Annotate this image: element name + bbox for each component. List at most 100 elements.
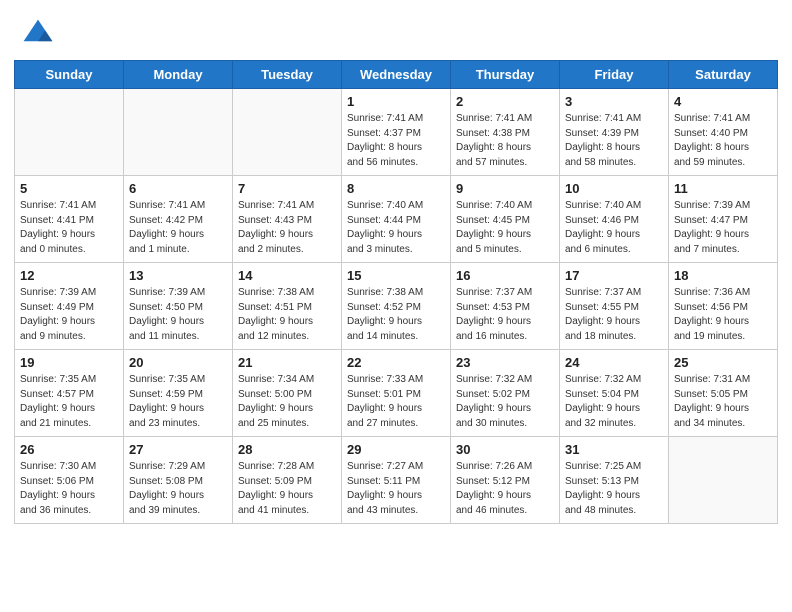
day-info: Sunrise: 7:36 AM Sunset: 4:56 PM Dayligh…	[674, 286, 772, 344]
calendar-cell: 25Sunrise: 7:31 AM Sunset: 5:05 PM Dayli…	[669, 350, 778, 437]
logo	[20, 16, 62, 52]
calendar-cell: 16 Sunrise: 7:37 AM Sunset: 4:53 PM Dayli…	[451, 263, 560, 350]
day-number: 6	[129, 181, 227, 196]
day-info: Sunrise: 7:34 AM Sunset: 5:00 PM Dayligh…	[238, 373, 336, 431]
day-number: 18	[674, 268, 772, 283]
day-info: Sunrise: 7:41 AM Sunset: 4:38 PM Dayligh…	[456, 112, 554, 170]
day-number: 16	[456, 268, 554, 283]
calendar-table: SundayMondayTuesdayWednesdayThursdayFrid…	[14, 60, 778, 524]
day-info: Sunrise: 7:30 AM Sunset: 5:06 PM Dayligh…	[20, 460, 118, 518]
day-info: Sunrise: 7:41 AM Sunset: 4:41 PM Dayligh…	[20, 199, 118, 257]
day-number: 28	[238, 442, 336, 457]
day-number: 1	[347, 94, 445, 109]
day-info: Sunrise: 7:41 AM Sunset: 4:42 PM Dayligh…	[129, 199, 227, 257]
calendar-cell: 29Sunrise: 7:27 AM Sunset: 5:11 PM Dayli…	[342, 437, 451, 524]
day-number: 14	[238, 268, 336, 283]
day-number: 21	[238, 355, 336, 370]
calendar-cell: 11 Sunrise: 7:39 AM Sunset: 4:47 PM Dayli…	[669, 176, 778, 263]
calendar-cell: 26 Sunrise: 7:30 AM Sunset: 5:06 PM Dayli…	[15, 437, 124, 524]
calendar-cell	[233, 89, 342, 176]
calendar-cell: 3Sunrise: 7:41 AM Sunset: 4:39 PM Daylig…	[560, 89, 669, 176]
day-number: 4	[674, 94, 772, 109]
calendar-cell: 18 Sunrise: 7:36 AM Sunset: 4:56 PM Dayli…	[669, 263, 778, 350]
calendar-cell: 9 Sunrise: 7:40 AM Sunset: 4:45 PM Daylig…	[451, 176, 560, 263]
day-info: Sunrise: 7:29 AM Sunset: 5:08 PM Dayligh…	[129, 460, 227, 518]
day-number: 30	[456, 442, 554, 457]
calendar-cell: 6 Sunrise: 7:41 AM Sunset: 4:42 PM Daylig…	[124, 176, 233, 263]
day-info: Sunrise: 7:37 AM Sunset: 4:55 PM Dayligh…	[565, 286, 663, 344]
day-info: Sunrise: 7:39 AM Sunset: 4:47 PM Dayligh…	[674, 199, 772, 257]
calendar-cell: 19Sunrise: 7:35 AM Sunset: 4:57 PM Dayli…	[15, 350, 124, 437]
calendar-cell	[15, 89, 124, 176]
day-number: 22	[347, 355, 445, 370]
calendar-cell: 23 Sunrise: 7:32 AM Sunset: 5:02 PM Dayli…	[451, 350, 560, 437]
calendar-cell	[669, 437, 778, 524]
calendar-cell: 21 Sunrise: 7:34 AM Sunset: 5:00 PM Dayli…	[233, 350, 342, 437]
calendar-cell: 27 Sunrise: 7:29 AM Sunset: 5:08 PM Dayli…	[124, 437, 233, 524]
day-info: Sunrise: 7:28 AM Sunset: 5:09 PM Dayligh…	[238, 460, 336, 518]
day-number: 5	[20, 181, 118, 196]
day-of-week-header: Monday	[124, 61, 233, 89]
day-info: Sunrise: 7:39 AM Sunset: 4:50 PM Dayligh…	[129, 286, 227, 344]
day-info: Sunrise: 7:26 AM Sunset: 5:12 PM Dayligh…	[456, 460, 554, 518]
day-number: 17	[565, 268, 663, 283]
day-number: 24	[565, 355, 663, 370]
calendar-cell: 7 Sunrise: 7:41 AM Sunset: 4:43 PM Daylig…	[233, 176, 342, 263]
calendar-cell	[124, 89, 233, 176]
day-number: 7	[238, 181, 336, 196]
calendar-cell: 17 Sunrise: 7:37 AM Sunset: 4:55 PM Dayli…	[560, 263, 669, 350]
calendar-cell: 10 Sunrise: 7:40 AM Sunset: 4:46 PM Dayli…	[560, 176, 669, 263]
calendar-cell: 4 Sunrise: 7:41 AM Sunset: 4:40 PM Daylig…	[669, 89, 778, 176]
day-info: Sunrise: 7:38 AM Sunset: 4:51 PM Dayligh…	[238, 286, 336, 344]
day-number: 3	[565, 94, 663, 109]
day-number: 15	[347, 268, 445, 283]
calendar-cell: 15 Sunrise: 7:38 AM Sunset: 4:52 PM Dayli…	[342, 263, 451, 350]
calendar-cell: 14 Sunrise: 7:38 AM Sunset: 4:51 PM Dayli…	[233, 263, 342, 350]
calendar-cell: 5 Sunrise: 7:41 AM Sunset: 4:41 PM Daylig…	[15, 176, 124, 263]
day-of-week-header: Saturday	[669, 61, 778, 89]
day-number: 8	[347, 181, 445, 196]
day-info: Sunrise: 7:41 AM Sunset: 4:37 PM Dayligh…	[347, 112, 445, 170]
calendar-cell: 24 Sunrise: 7:32 AM Sunset: 5:04 PM Dayli…	[560, 350, 669, 437]
day-number: 12	[20, 268, 118, 283]
day-number: 2	[456, 94, 554, 109]
day-info: Sunrise: 7:33 AM Sunset: 5:01 PM Dayligh…	[347, 373, 445, 431]
day-of-week-header: Thursday	[451, 61, 560, 89]
calendar-cell: 1 Sunrise: 7:41 AM Sunset: 4:37 PM Daylig…	[342, 89, 451, 176]
day-info: Sunrise: 7:35 AM Sunset: 4:59 PM Dayligh…	[129, 373, 227, 431]
day-of-week-header: Tuesday	[233, 61, 342, 89]
day-info: Sunrise: 7:32 AM Sunset: 5:04 PM Dayligh…	[565, 373, 663, 431]
calendar-cell: 30 Sunrise: 7:26 AM Sunset: 5:12 PM Dayli…	[451, 437, 560, 524]
day-of-week-header: Friday	[560, 61, 669, 89]
day-info: Sunrise: 7:40 AM Sunset: 4:46 PM Dayligh…	[565, 199, 663, 257]
day-number: 11	[674, 181, 772, 196]
day-info: Sunrise: 7:40 AM Sunset: 4:45 PM Dayligh…	[456, 199, 554, 257]
day-info: Sunrise: 7:40 AM Sunset: 4:44 PM Dayligh…	[347, 199, 445, 257]
calendar-cell: 2 Sunrise: 7:41 AM Sunset: 4:38 PM Daylig…	[451, 89, 560, 176]
day-info: Sunrise: 7:32 AM Sunset: 5:02 PM Dayligh…	[456, 373, 554, 431]
calendar-cell: 13 Sunrise: 7:39 AM Sunset: 4:50 PM Dayli…	[124, 263, 233, 350]
day-number: 26	[20, 442, 118, 457]
day-number: 19	[20, 355, 118, 370]
day-number: 27	[129, 442, 227, 457]
day-number: 31	[565, 442, 663, 457]
day-info: Sunrise: 7:27 AM Sunset: 5:11 PM Dayligh…	[347, 460, 445, 518]
day-info: Sunrise: 7:39 AM Sunset: 4:49 PM Dayligh…	[20, 286, 118, 344]
day-number: 23	[456, 355, 554, 370]
day-number: 13	[129, 268, 227, 283]
day-number: 10	[565, 181, 663, 196]
day-info: Sunrise: 7:25 AM Sunset: 5:13 PM Dayligh…	[565, 460, 663, 518]
calendar-cell: 8 Sunrise: 7:40 AM Sunset: 4:44 PM Daylig…	[342, 176, 451, 263]
day-info: Sunrise: 7:41 AM Sunset: 4:43 PM Dayligh…	[238, 199, 336, 257]
day-info: Sunrise: 7:41 AM Sunset: 4:40 PM Dayligh…	[674, 112, 772, 170]
day-info: Sunrise: 7:38 AM Sunset: 4:52 PM Dayligh…	[347, 286, 445, 344]
calendar-cell: 22 Sunrise: 7:33 AM Sunset: 5:01 PM Dayli…	[342, 350, 451, 437]
day-of-week-header: Sunday	[15, 61, 124, 89]
day-number: 20	[129, 355, 227, 370]
calendar-cell: 28 Sunrise: 7:28 AM Sunset: 5:09 PM Dayli…	[233, 437, 342, 524]
day-number: 9	[456, 181, 554, 196]
day-info: Sunrise: 7:31 AM Sunset: 5:05 PM Dayligh…	[674, 373, 772, 431]
logo-icon	[20, 16, 56, 52]
day-info: Sunrise: 7:37 AM Sunset: 4:53 PM Dayligh…	[456, 286, 554, 344]
day-of-week-header: Wednesday	[342, 61, 451, 89]
